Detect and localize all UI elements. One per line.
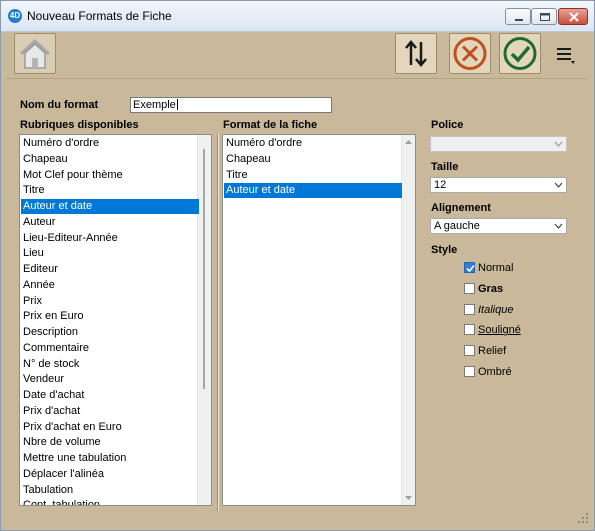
maximize-icon xyxy=(540,13,550,21)
check-icon xyxy=(466,264,475,273)
window: 4D Nouveau Formats de Fiche Nom du forma… xyxy=(0,0,595,531)
cancel-circle-icon xyxy=(453,37,487,70)
style-checkbox[interactable] xyxy=(464,262,475,273)
chevron-down-icon xyxy=(554,182,563,188)
text-caret xyxy=(176,99,178,110)
list-item[interactable]: Editeur xyxy=(21,262,199,277)
title-bar: 4D Nouveau Formats de Fiche xyxy=(1,1,594,32)
style-checkbox-label: Souligné xyxy=(478,324,521,337)
alignment-select[interactable]: A gauche xyxy=(430,218,567,234)
list-item[interactable]: Année xyxy=(21,278,199,293)
ok-check-circle-icon xyxy=(503,37,537,70)
list-item[interactable]: Lieu xyxy=(21,246,199,261)
style-label: Style xyxy=(431,244,458,256)
app-4d-icon: 4D xyxy=(8,9,22,23)
list-item[interactable]: Auteur xyxy=(21,215,199,230)
toolbar-separator xyxy=(7,78,588,79)
scrollbar-thumb[interactable] xyxy=(203,149,205,389)
list-item[interactable]: Numéro d'ordre xyxy=(224,136,402,151)
resize-grip-icon[interactable] xyxy=(576,511,590,525)
style-checkbox[interactable] xyxy=(464,345,475,357)
style-checkbox[interactable] xyxy=(464,324,475,336)
close-button[interactable] xyxy=(558,8,588,25)
ok-button[interactable] xyxy=(499,33,541,74)
list-item[interactable]: Prix en Euro xyxy=(21,309,199,324)
list-item[interactable]: Auteur et date xyxy=(21,199,199,214)
list-item[interactable]: Description xyxy=(21,325,199,340)
font-label: Police xyxy=(431,119,464,131)
style-checkbox-label: Normal xyxy=(478,262,514,274)
card-format-list[interactable]: Numéro d'ordre Chapeau Titre Auteur et date xyxy=(222,134,416,506)
column-splitter-highlight xyxy=(218,134,219,511)
list-item[interactable]: Auteur et date xyxy=(224,183,402,199)
list-item[interactable]: Chapeau xyxy=(224,152,402,167)
list-item[interactable]: Prix d'achat xyxy=(21,404,199,419)
list-item[interactable]: Numéro d'ordre xyxy=(21,136,199,151)
list-item[interactable]: Cont. tabulation xyxy=(21,498,199,505)
alignment-label: Alignement xyxy=(431,202,491,214)
style-checkbox-label: Gras xyxy=(478,282,504,295)
list-item[interactable]: Commentaire xyxy=(21,341,199,356)
sort-button[interactable] xyxy=(395,33,437,74)
list-item[interactable]: Lieu-Editeur-Année xyxy=(21,231,199,246)
list-item[interactable]: Tabulation xyxy=(21,483,199,498)
font-select[interactable] xyxy=(430,136,567,152)
close-icon xyxy=(569,12,579,22)
chevron-down-icon xyxy=(554,141,563,147)
list-item[interactable]: Prix d'achat en Euro xyxy=(21,420,199,435)
format-name-label: Nom du format xyxy=(20,99,99,111)
maximize-button[interactable] xyxy=(531,8,557,25)
chevron-up-icon xyxy=(405,140,412,144)
list-item[interactable]: Déplacer l'alinéa xyxy=(21,467,199,482)
style-checkbox-label: Ombré xyxy=(478,366,512,378)
style-checkbox-label: Relief xyxy=(478,345,507,358)
minimize-icon xyxy=(515,19,523,21)
alignment-value: A gauche xyxy=(434,220,480,232)
list-item[interactable]: N° de stock xyxy=(21,357,199,372)
chevron-down-icon xyxy=(405,496,412,500)
format-list-scrollbar[interactable] xyxy=(401,135,415,505)
window-title: Nouveau Formats de Fiche xyxy=(27,9,172,23)
sort-up-down-icon xyxy=(405,40,427,67)
chevron-down-icon xyxy=(554,223,563,229)
hamburger-menu-icon xyxy=(557,48,575,64)
available-fields-list[interactable]: Numéro d'ordre Chapeau Mot Clef pour thème… xyxy=(19,134,212,506)
card-format-header: Format de la fiche xyxy=(223,119,318,131)
format-name-input[interactable]: Exemple xyxy=(130,97,332,113)
list-item[interactable]: Mot Clef pour thème xyxy=(21,168,199,183)
available-fields-header: Rubriques disponibles xyxy=(20,119,139,131)
list-item[interactable]: Prix xyxy=(21,294,199,309)
list-item[interactable]: Titre xyxy=(224,168,402,183)
list-item[interactable]: Nbre de volume xyxy=(21,435,199,450)
size-select[interactable]: 12 xyxy=(430,177,567,193)
home-button[interactable] xyxy=(14,33,56,74)
style-checkbox[interactable] xyxy=(464,282,475,294)
list-item[interactable]: Titre xyxy=(21,183,199,198)
home-icon xyxy=(19,38,51,69)
scroll-down-arrow[interactable] xyxy=(402,491,415,505)
size-value: 12 xyxy=(434,179,447,191)
style-checkbox[interactable] xyxy=(464,366,475,377)
style-checkbox-label: Italique xyxy=(478,303,514,316)
available-list-scrollbar[interactable] xyxy=(197,135,211,505)
list-item[interactable]: Chapeau xyxy=(21,152,199,167)
style-checkbox[interactable] xyxy=(464,303,475,315)
list-item[interactable]: Mettre une tabulation xyxy=(21,451,199,466)
scroll-up-arrow[interactable] xyxy=(402,135,415,149)
list-item[interactable]: Vendeur xyxy=(21,372,199,387)
minimize-button[interactable] xyxy=(505,8,531,25)
size-label: Taille xyxy=(431,161,459,173)
format-name-value: Exemple xyxy=(133,99,176,111)
cancel-button[interactable] xyxy=(449,33,491,74)
list-item[interactable]: Date d'achat xyxy=(21,388,199,403)
hamburger-menu-button[interactable] xyxy=(555,43,577,65)
